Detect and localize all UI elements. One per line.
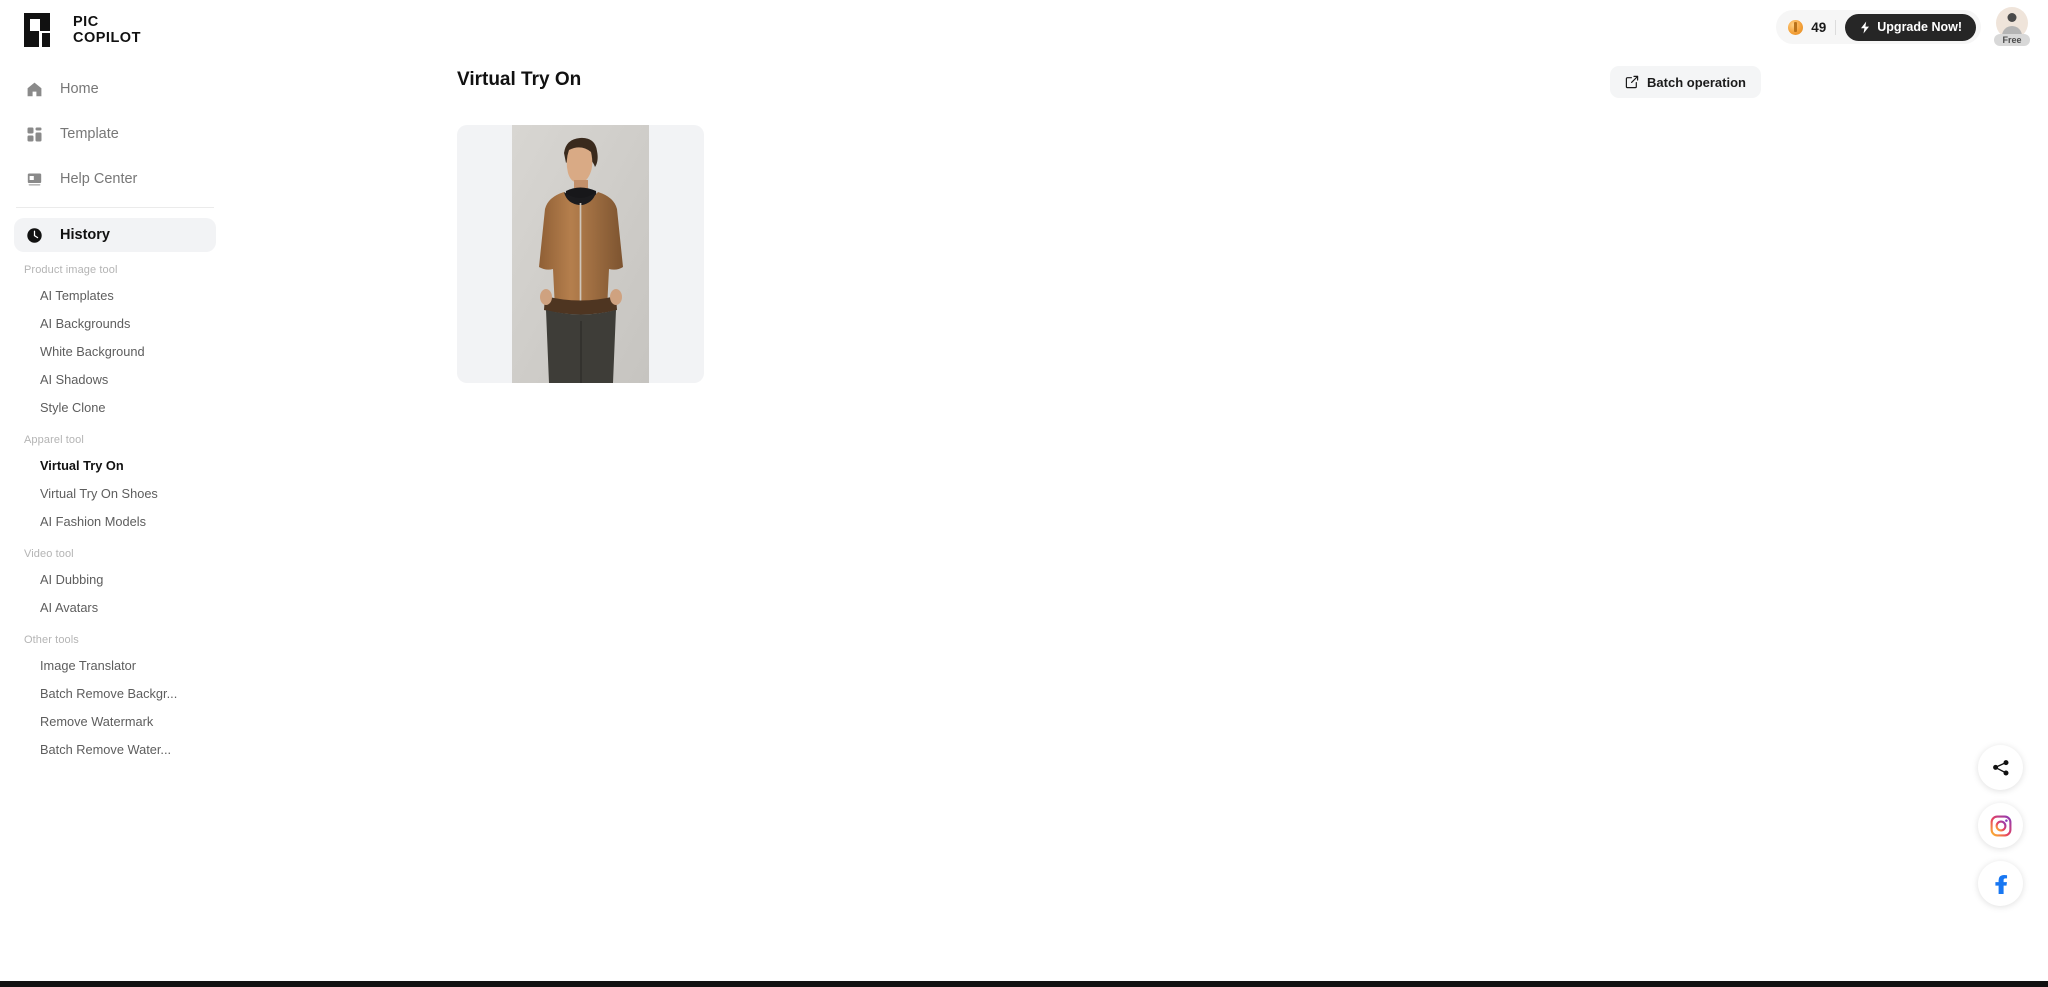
- coin-icon: [1788, 19, 1804, 35]
- upgrade-now-button[interactable]: Upgrade Now!: [1845, 13, 1976, 41]
- clock-icon: [27, 227, 42, 243]
- divider: [1835, 19, 1837, 35]
- upgrade-label: Upgrade Now!: [1877, 20, 1962, 34]
- instagram-button[interactable]: [1978, 803, 2023, 848]
- home-icon: [27, 82, 42, 96]
- credits-pill[interactable]: 49 Upgrade Now!: [1776, 10, 1981, 44]
- plan-badge: Free: [1994, 34, 2030, 46]
- batch-operation-button[interactable]: Batch operation: [1610, 66, 1761, 98]
- result-card[interactable]: [457, 125, 704, 383]
- user-avatar[interactable]: Free: [1994, 7, 2030, 47]
- pic-copilot-logo-icon: [24, 13, 50, 47]
- tool-item-ai-templates[interactable]: AI Templates: [0, 282, 230, 310]
- tool-item-ai-fashion-models[interactable]: AI Fashion Models: [0, 508, 230, 536]
- facebook-button[interactable]: [1978, 861, 2023, 906]
- facebook-icon: [1994, 874, 2007, 894]
- page-title: Virtual Try On: [457, 69, 582, 90]
- virtual-try-on-result-image: [512, 125, 649, 383]
- tool-item-ai-shadows[interactable]: AI Shadows: [0, 366, 230, 394]
- sidebar-item-label: History: [60, 227, 110, 243]
- tool-item-batch-remove-background[interactable]: Batch Remove Backgr...: [0, 680, 230, 708]
- sidebar-item-label: Help Center: [60, 171, 138, 187]
- instagram-icon: [1990, 815, 2011, 836]
- sidebar-item-home[interactable]: Home: [14, 72, 216, 106]
- browser-bottom-edge: [0, 981, 2048, 987]
- main-content: Virtual Try On Batch operation: [230, 58, 2048, 987]
- share-button[interactable]: [1978, 745, 2023, 790]
- sidebar: Home Template Help Center History Produc…: [0, 58, 230, 987]
- tool-item-remove-watermark[interactable]: Remove Watermark: [0, 708, 230, 736]
- brand-logo[interactable]: PIC COPILOT: [20, 10, 141, 50]
- model-photo-illustration: [512, 125, 649, 383]
- tool-item-batch-remove-watermark[interactable]: Batch Remove Water...: [0, 736, 230, 764]
- tool-item-style-clone[interactable]: Style Clone: [0, 394, 230, 422]
- section-label-other-tools: Other tools: [24, 634, 79, 646]
- batch-operation-label: Batch operation: [1647, 74, 1746, 90]
- tool-item-white-background[interactable]: White Background: [0, 338, 230, 366]
- sidebar-item-help-center[interactable]: Help Center: [14, 162, 216, 196]
- book-icon: [27, 173, 42, 186]
- primary-nav: Home Template Help Center History: [0, 58, 230, 252]
- sidebar-item-history[interactable]: History: [14, 218, 216, 252]
- tool-item-image-translator[interactable]: Image Translator: [0, 652, 230, 680]
- grid-icon: [27, 127, 42, 141]
- sidebar-item-label: Home: [60, 81, 99, 97]
- sidebar-item-template[interactable]: Template: [14, 117, 216, 151]
- lightning-icon: [1861, 21, 1870, 33]
- tool-item-ai-dubbing[interactable]: AI Dubbing: [0, 566, 230, 594]
- sidebar-divider: [16, 207, 214, 208]
- section-label-product-image-tool: Product image tool: [24, 264, 118, 276]
- tool-item-ai-avatars[interactable]: AI Avatars: [0, 594, 230, 622]
- tool-item-virtual-try-on[interactable]: Virtual Try On: [0, 452, 230, 480]
- tool-item-virtual-try-on-shoes[interactable]: Virtual Try On Shoes: [0, 480, 230, 508]
- app-root: PIC COPILOT 49 Upgrade Now! Free Home Te…: [0, 0, 2048, 987]
- brand-name: PIC COPILOT: [73, 13, 141, 46]
- sidebar-item-label: Template: [60, 126, 119, 142]
- section-label-apparel-tool: Apparel tool: [24, 434, 84, 446]
- edit-square-icon: [1625, 75, 1639, 89]
- floating-social-buttons: [1978, 745, 2036, 919]
- avatar-head-icon: [2007, 13, 2017, 22]
- header-actions: 49 Upgrade Now! Free: [1776, 7, 2030, 47]
- share-icon: [1992, 759, 2008, 775]
- tool-item-ai-backgrounds[interactable]: AI Backgrounds: [0, 310, 230, 338]
- credits-count: 49: [1811, 19, 1827, 35]
- section-label-video-tool: Video tool: [24, 548, 74, 560]
